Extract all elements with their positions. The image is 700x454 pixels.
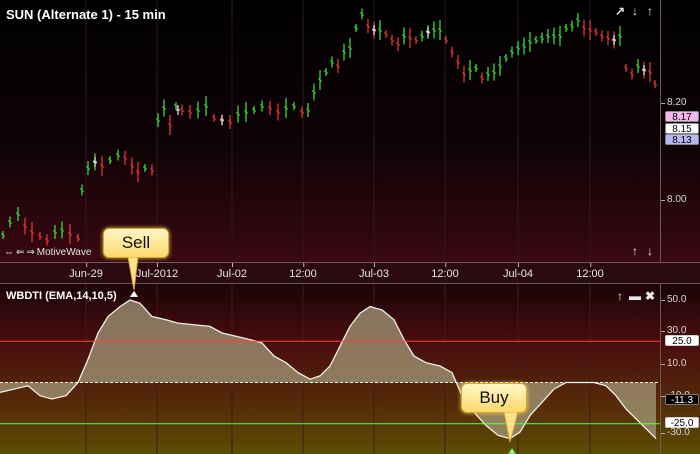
overbought-flag: 25.0 [665, 335, 699, 347]
price-panel-controls: ↗ ↓ ↑ [614, 5, 656, 17]
time-label: Jul-02 [217, 263, 247, 280]
price-flag-high: 8.17 [665, 111, 699, 123]
price-plot[interactable] [0, 0, 660, 262]
expand-icon[interactable]: ↗ [614, 5, 626, 17]
scale-up-icon[interactable]: ↑ [629, 245, 641, 257]
watermark: ⇔ ⇐ ⇒ MotiveWave [4, 247, 91, 258]
double-arrow-icon: ⇔ [4, 247, 14, 258]
indicator-axis[interactable]: 50.0 30.0 25.0 10.0 -10.0 -11.3 -25.0 -3… [660, 284, 700, 454]
indicator-value-flag: -11.3 [665, 394, 699, 406]
watermark-text: MotiveWave [36, 247, 92, 258]
buy-signal-label: Buy [479, 388, 509, 407]
scroll-up-icon[interactable]: ↑ [644, 5, 656, 17]
buy-signal-callout[interactable]: Buy [461, 383, 527, 413]
indicator-title: WBDTI (EMA,14,10,5) [6, 290, 117, 302]
maximize-icon[interactable]: ▬ [629, 290, 641, 302]
time-label: 12:00 [576, 263, 604, 280]
time-label: 12:00 [289, 263, 317, 280]
indicator-axis-tick: -30.0 [661, 427, 690, 438]
price-chart-panel[interactable]: SUN (Alternate 1) - 15 min ↗ ↓ ↑ ↑ ↓ ⇔ ⇐… [0, 0, 700, 262]
buy-callout-tail [503, 412, 519, 454]
scale-down-icon[interactable]: ↓ [644, 245, 656, 257]
sell-callout-tail [127, 257, 139, 297]
time-label: Jul-04 [503, 263, 533, 280]
sell-signal-callout[interactable]: Sell [103, 228, 169, 258]
price-flag-low: 8.13 [665, 134, 699, 146]
indicator-controls: ↑ ▬ ✖ [614, 290, 656, 302]
price-axis-tick: 8.20 [660, 97, 687, 108]
indicator-axis-tick: 50.0 [660, 294, 687, 305]
time-axis[interactable]: Jun-29 Jul-2012 Jul-02 12:00 Jul-03 12:0… [0, 262, 700, 284]
indicator-axis-tick: 10.0 [660, 358, 687, 369]
chart-title: SUN (Alternate 1) - 15 min [6, 7, 166, 22]
move-up-icon[interactable]: ↑ [614, 290, 626, 302]
time-label: Jun-29 [69, 263, 103, 280]
indicator-area [0, 300, 656, 439]
sell-signal-label: Sell [121, 233, 151, 252]
left-arrow-icon: ⇐ [16, 247, 25, 258]
price-flag-last: 8.15 [665, 123, 699, 135]
right-arrow-icon: ⇒ [26, 247, 35, 258]
time-label: 12:00 [431, 263, 459, 280]
price-axis[interactable]: 8.20 8.17 8.15 8.13 8.00 [660, 0, 700, 262]
price-axis-tick: 8.00 [660, 194, 687, 205]
close-icon[interactable]: ✖ [644, 290, 656, 302]
indicator-panel[interactable]: WBDTI (EMA,14,10,5) ↑ ▬ ✖ 50.0 30.0 25.0… [0, 284, 700, 454]
scroll-down-icon[interactable]: ↓ [629, 5, 641, 17]
price-panel-scale-controls: ↑ ↓ [629, 245, 656, 257]
indicator-plot[interactable] [0, 284, 660, 454]
time-label: Jul-03 [359, 263, 389, 280]
